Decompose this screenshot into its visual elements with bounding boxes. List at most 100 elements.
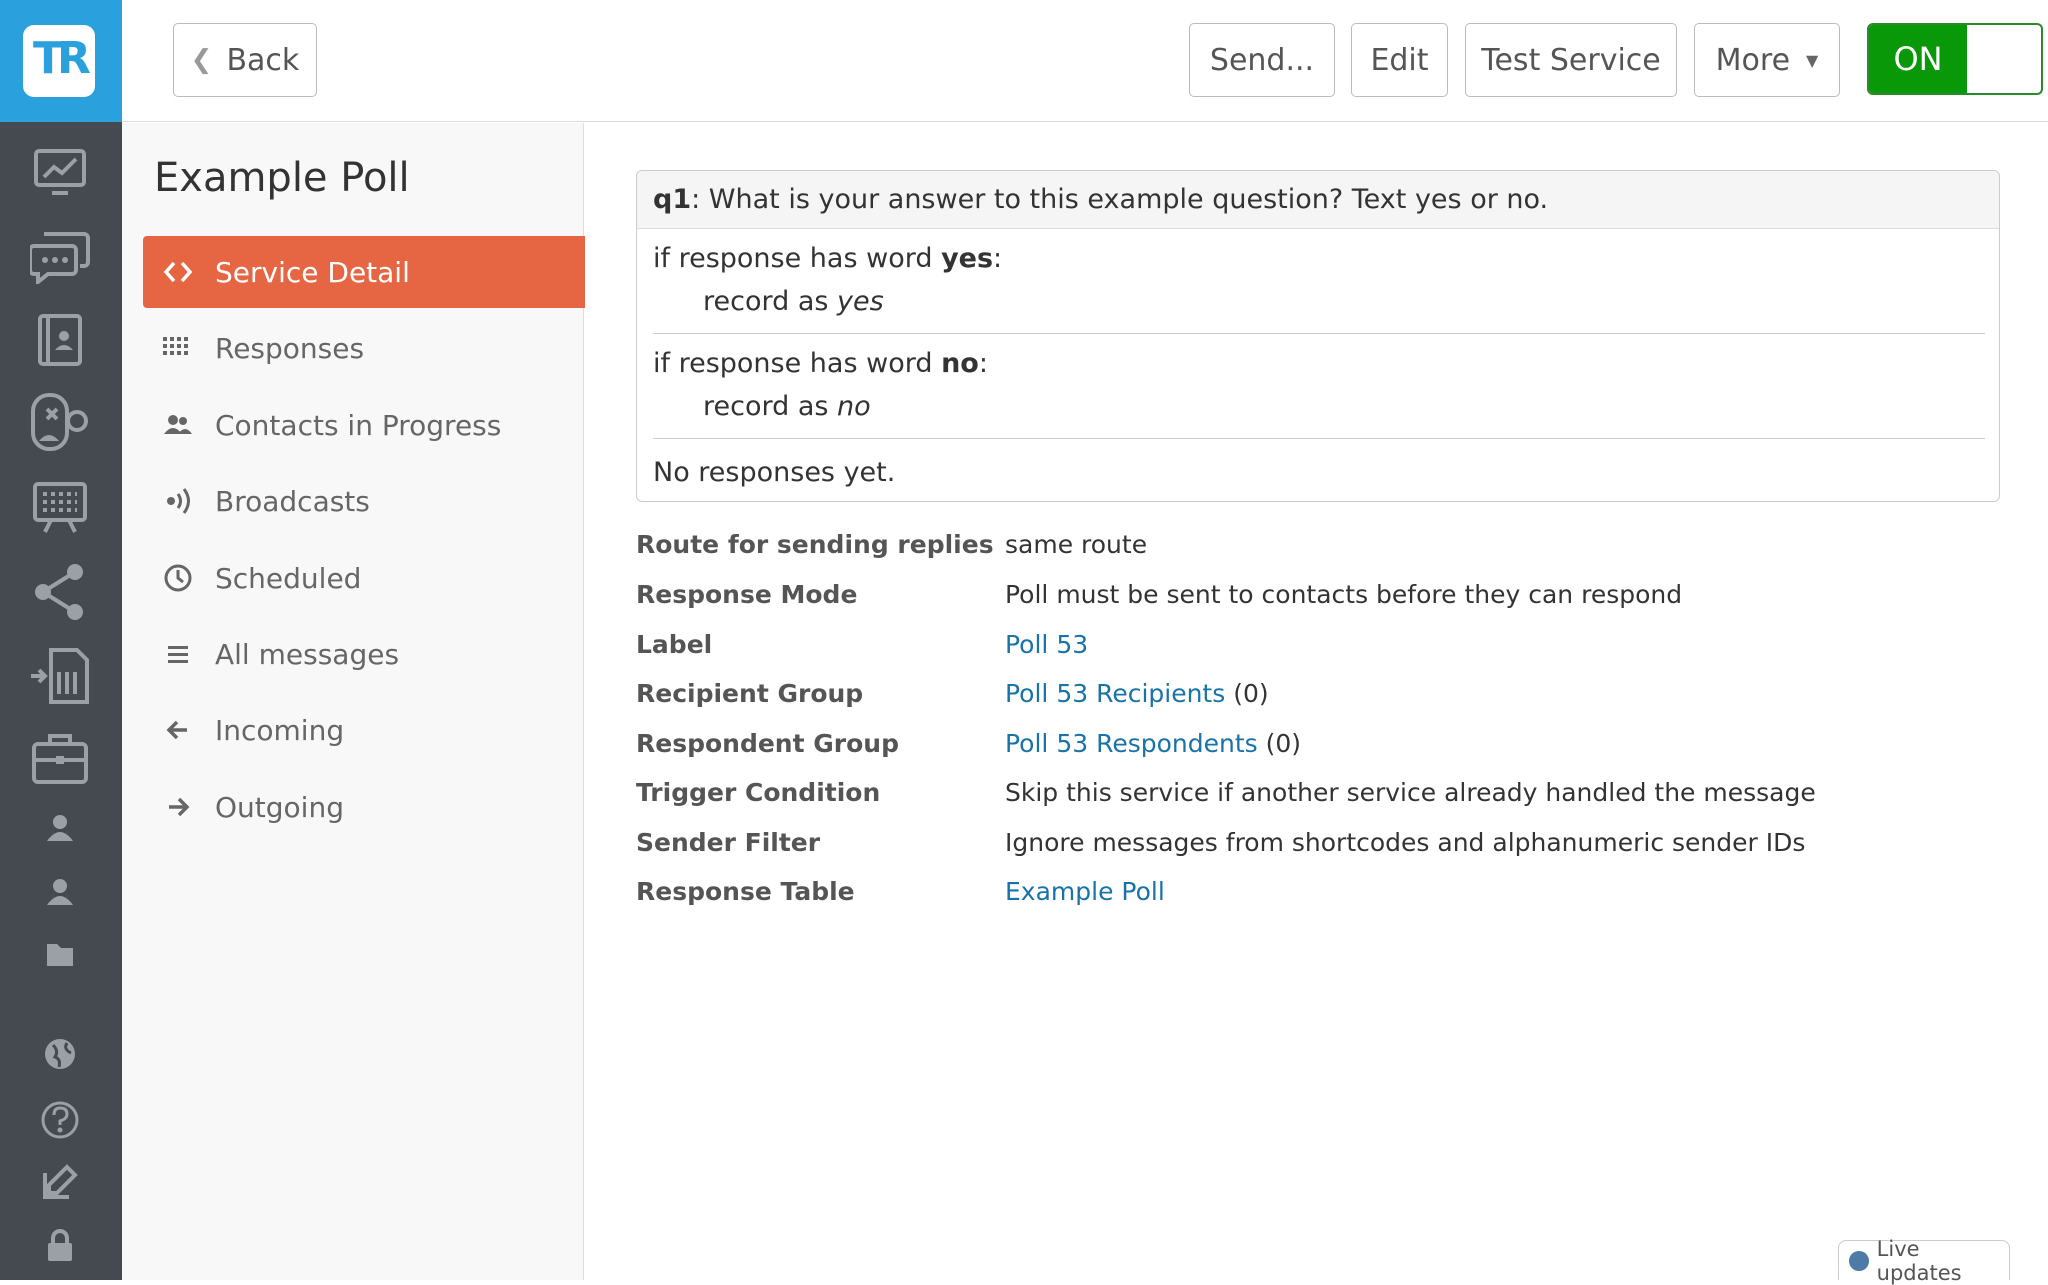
empty-responses-text: No responses yet. [653,457,896,488]
rule-divider [653,333,1985,334]
menu-item-label: Service Detail [215,255,410,289]
live-updates-indicator[interactable]: Live updates [1838,1237,2010,1285]
code-icon [153,260,203,284]
live-updates-label: Live updates [1876,1236,1962,1285]
rule-condition: if response has word no: [653,348,988,379]
detail-row-route: Route for sending replies same route [636,530,2036,570]
rule-word: no [941,348,979,379]
rule-word: yes [941,243,994,274]
detail-value: Poll must be sent to contacts before the… [1005,580,1683,609]
sim-import-icon[interactable] [25,646,95,706]
back-button[interactable]: ❮ Back [173,23,317,97]
account-icon[interactable] [25,862,95,922]
toggle-on-label: ON [1869,25,1967,93]
menu-item-scheduled[interactable]: Scheduled [143,542,585,614]
detail-value: same route [1005,530,1148,559]
rule-condition: if response has word yes: [653,243,1002,274]
test-service-label: Test Service [1481,42,1661,78]
messages-icon[interactable] [25,226,95,286]
detail-value: Ignore messages from shortcodes and alph… [1005,828,1806,857]
send-button[interactable]: Send... [1189,23,1335,97]
automation-icon[interactable] [25,392,95,452]
menu-item-broadcasts[interactable]: Broadcasts [143,465,585,537]
chevron-left-icon: ❮ [190,45,213,75]
detail-row-label: Label Poll 53 [636,630,2036,670]
respondent-group-link[interactable]: Poll 53 Respondents [1005,729,1258,758]
detail-key: Response Table [636,877,855,906]
logo-mark: TR [23,25,95,97]
menu-item-label: All messages [215,637,400,671]
detail-value: Skip this service if another service alr… [1005,778,1816,807]
user-icon[interactable] [25,798,95,858]
menu-item-label: Contacts in Progress [215,408,502,442]
detail-row-response-mode: Response Mode Poll must be sent to conta… [636,580,2036,620]
rule-prefix: if response has word [653,243,942,274]
rule-action-text: record as [703,286,838,317]
detail-key: Sender Filter [636,828,821,857]
menu-item-all-messages[interactable]: All messages [143,618,585,690]
send-label: Send... [1209,42,1315,78]
recipient-count: (0) [1225,679,1269,708]
help-icon[interactable] [25,1090,95,1150]
detail-key: Response Mode [636,580,858,609]
detail-key: Trigger Condition [636,778,881,807]
response-table-link[interactable]: Example Poll [1005,877,1165,906]
more-label: More [1715,42,1791,78]
menu-item-contacts-in-progress[interactable]: Contacts in Progress [143,389,585,461]
test-service-button[interactable]: Test Service [1465,23,1677,97]
lock-icon[interactable] [25,1216,95,1276]
detail-row-respondent-group: Respondent Group Poll 53 Respondents (0) [636,729,2036,769]
edit-button[interactable]: Edit [1351,23,1448,97]
nav-rail: TR [0,0,122,1280]
back-label: Back [226,42,300,78]
menu-item-label: Responses [215,331,365,365]
question-id: q1 [653,184,692,215]
logo-text: TR [33,33,91,84]
detail-row-recipient-group: Recipient Group Poll 53 Recipients (0) [636,679,2036,719]
rule-value: no [837,391,871,422]
detail-key: Route for sending replies [636,530,994,559]
rule-suffix: : [978,348,988,379]
menu-item-label: Outgoing [215,790,344,824]
users-icon [153,414,203,436]
menu-item-label: Incoming [215,713,345,747]
menu-item-incoming[interactable]: Incoming [143,694,585,766]
caret-down-icon: ▼ [1806,50,1819,70]
arrow-left-icon [153,719,203,741]
detail-key: Respondent Group [636,729,899,758]
recipient-group-link[interactable]: Poll 53 Recipients [1005,679,1225,708]
rule-value: yes [837,286,884,317]
service-on-toggle[interactable]: ON [1867,23,2043,95]
app-logo[interactable]: TR [0,0,122,122]
question-header: q1: What is your answer to this example … [637,171,1999,229]
rule-prefix: if response has word [653,348,942,379]
folder-icon[interactable] [25,924,95,984]
menu-item-label: Broadcasts [215,484,370,518]
rule-action: record as yes [703,286,884,317]
detail-row-response-table: Response Table Example Poll [636,877,2036,917]
share-icon[interactable] [25,562,95,622]
contacts-book-icon[interactable] [25,310,95,370]
question-panel: q1: What is your answer to this example … [636,170,2000,502]
briefcase-icon[interactable] [25,728,95,788]
keypad-icon[interactable] [25,478,95,538]
rule-suffix: : [993,243,1003,274]
detail-key: Recipient Group [636,679,864,708]
edit-icon[interactable] [25,1152,95,1212]
menu-item-outgoing[interactable]: Outgoing [143,771,585,843]
edit-label: Edit [1370,42,1429,78]
globe-icon[interactable] [25,1024,95,1084]
grid-icon [153,337,203,359]
dashboard-icon[interactable] [25,142,95,202]
page-title: Example Poll [154,155,410,201]
menu-item-service-detail[interactable]: Service Detail [143,236,585,308]
service-side-menu: Example Poll Service Detail Responses Co… [122,123,585,1280]
rule-divider [653,438,1985,439]
menu-item-responses[interactable]: Responses [143,312,585,384]
top-toolbar: ❮ Back Send... Edit Test Service More ▼ … [122,0,2048,122]
question-text: : What is your answer to this example qu… [691,184,1549,215]
rule-action-text: record as [703,391,838,422]
live-status-dot-icon [1849,1250,1869,1271]
more-dropdown-button[interactable]: More ▼ [1694,23,1840,97]
label-link[interactable]: Poll 53 [1005,630,1088,659]
